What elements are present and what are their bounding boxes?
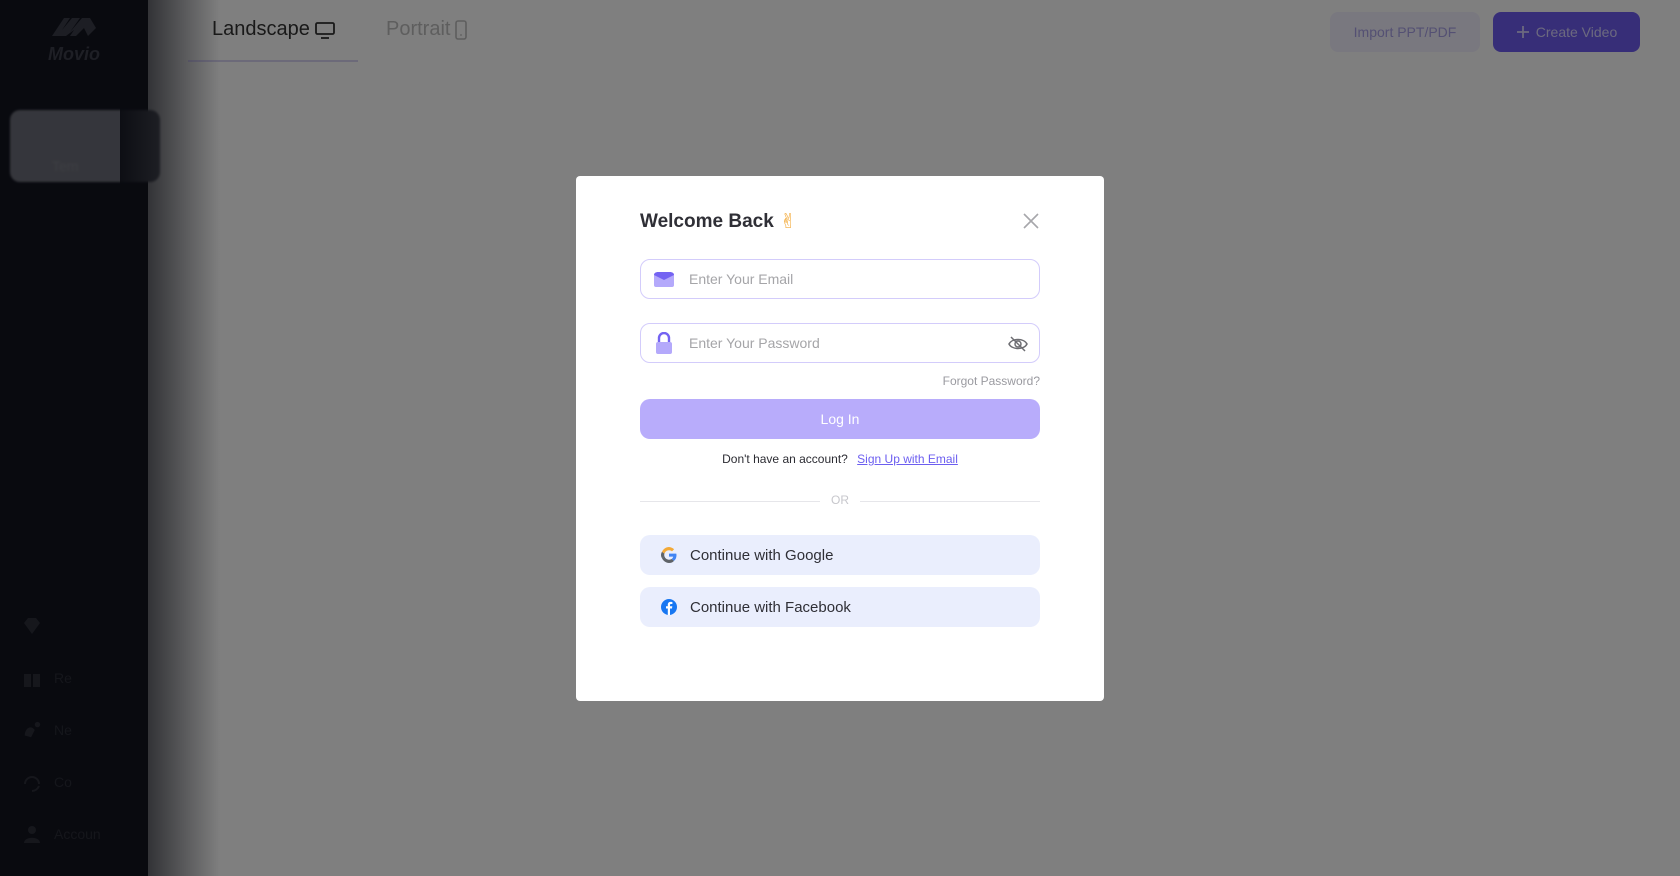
- or-divider: OR: [640, 493, 1040, 509]
- facebook-button-label: Continue with Facebook: [690, 598, 851, 616]
- envelope-icon: [653, 268, 675, 290]
- sign-up-with-email-link[interactable]: Sign Up with Email: [857, 452, 958, 466]
- continue-with-facebook-button[interactable]: Continue with Facebook: [640, 587, 1040, 627]
- toggle-password-visibility[interactable]: [1007, 333, 1029, 355]
- divider-line: [860, 501, 1040, 502]
- or-label: OR: [831, 493, 849, 507]
- lock-icon: [653, 332, 675, 354]
- password-input[interactable]: [689, 335, 989, 351]
- modal-title-text: Welcome Back: [640, 210, 774, 232]
- close-button[interactable]: [1019, 209, 1043, 233]
- modal-title: Welcome Back ✌: [640, 209, 797, 234]
- google-icon: [660, 546, 678, 564]
- eye-off-icon: [1008, 336, 1028, 352]
- signup-prompt-text: Don't have an account?: [722, 452, 848, 466]
- google-button-label: Continue with Google: [690, 546, 834, 564]
- login-modal: Welcome Back ✌ Forgot Password? Log In D…: [576, 176, 1104, 701]
- peace-hand-icon: ✌: [779, 211, 797, 233]
- signup-prompt: Don't have an account? Sign Up with Emai…: [576, 452, 1104, 466]
- close-icon: [1023, 213, 1039, 229]
- email-input[interactable]: [689, 271, 989, 287]
- facebook-icon: [660, 598, 678, 616]
- forgot-password-link[interactable]: Forgot Password?: [943, 374, 1040, 388]
- password-field[interactable]: [640, 323, 1040, 363]
- email-field[interactable]: [640, 259, 1040, 299]
- continue-with-google-button[interactable]: Continue with Google: [640, 535, 1040, 575]
- log-in-button[interactable]: Log In: [640, 399, 1040, 439]
